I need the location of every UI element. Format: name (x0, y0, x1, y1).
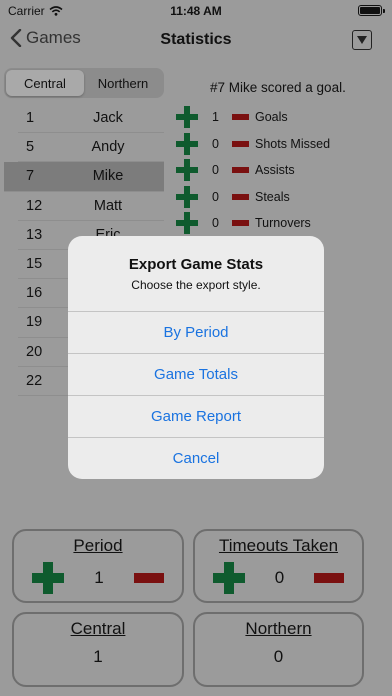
team-score: 0 (273, 647, 284, 666)
by-period-button[interactable]: By Period (68, 311, 324, 353)
export-menu-button[interactable] (352, 30, 372, 50)
alert-title: Export Game Stats (128, 256, 264, 273)
status-bar: Carrier 11:48 AM (0, 0, 392, 22)
clock: 11:48 AM (170, 4, 222, 18)
stat-label: Steals (255, 189, 290, 204)
timeouts-value: 0 (274, 568, 285, 587)
plus-icon[interactable] (176, 212, 198, 235)
segment-northern[interactable]: Northern (84, 70, 162, 96)
team-name: Northern (245, 619, 312, 638)
period-box: Period 1 (12, 529, 184, 603)
plus-icon[interactable] (176, 185, 198, 208)
plus-icon[interactable] (213, 562, 245, 594)
period-value: 1 (94, 568, 104, 587)
stat-row-turnovers: 0 Turnovers (176, 210, 388, 237)
plus-icon[interactable] (176, 159, 198, 182)
stat-value: 0 (212, 189, 219, 204)
stat-label: Shots Missed (255, 136, 331, 151)
minus-icon[interactable] (232, 114, 249, 121)
stat-value: 1 (212, 110, 219, 125)
stat-row-steals: 0 Steals (176, 184, 388, 211)
player-name: Matt (93, 197, 123, 214)
player-number: 19 (26, 314, 43, 331)
game-totals-button[interactable]: Game Totals (68, 353, 324, 395)
plus-icon[interactable] (32, 562, 64, 594)
stat-value: 0 (212, 136, 219, 151)
player-number: 16 (26, 285, 43, 302)
player-number: 13 (26, 226, 43, 243)
player-number: 5 (26, 139, 35, 156)
player-number: 12 (26, 197, 43, 214)
player-name: Andy (91, 139, 125, 156)
team-score: 1 (93, 647, 103, 666)
stat-row-goals: 1 Goals (176, 104, 388, 131)
minus-icon[interactable] (232, 193, 249, 200)
player-name: Mike (92, 168, 124, 185)
page-title: Statistics (160, 31, 232, 48)
period-title: Period (73, 536, 123, 555)
game-report-button[interactable]: Game Report (68, 395, 324, 437)
stat-label: Assists (255, 163, 295, 178)
navigation-bar: Games Statistics (0, 22, 392, 60)
export-alert-dialog: Export Game Stats Choose the export styl… (68, 236, 324, 479)
team-segmented-control: Central Northern (4, 68, 164, 98)
triangle-down-icon (357, 36, 367, 44)
period-controls: 1 (14, 562, 182, 594)
player-number: 1 (26, 110, 35, 127)
minus-icon[interactable] (314, 573, 344, 583)
battery-icon (358, 5, 385, 16)
stat-label: Turnovers (255, 216, 311, 231)
timeouts-controls: 0 (195, 562, 362, 594)
stat-row-assists: 0 Assists (176, 157, 388, 184)
stat-row-shots-missed: 0 Shots Missed (176, 131, 388, 158)
roster-row[interactable]: 1 Jack (18, 104, 164, 134)
roster-row-selected[interactable]: 7 Mike (4, 162, 164, 192)
score-box-central: Central 1 (12, 612, 184, 687)
roster-row[interactable]: 12 Matt (18, 192, 164, 221)
score-box-northern: Northern 0 (193, 612, 364, 687)
player-stats-list: 1 Goals 0 Shots Missed 0 Assists 0 Steal… (176, 104, 388, 237)
segment-central[interactable]: Central (6, 70, 84, 96)
player-number: 20 (26, 343, 43, 360)
minus-icon[interactable] (134, 573, 164, 583)
player-number: 15 (26, 256, 43, 273)
plus-icon[interactable] (176, 132, 198, 155)
player-name: Jack (93, 110, 123, 127)
minus-icon[interactable] (232, 140, 249, 147)
alert-header: Export Game Stats Choose the export styl… (68, 236, 324, 311)
plus-icon[interactable] (176, 106, 198, 129)
minus-icon[interactable] (232, 220, 249, 227)
timeouts-box: Timeouts Taken 0 (193, 529, 364, 603)
cancel-button[interactable]: Cancel (68, 437, 324, 479)
timeouts-title: Timeouts Taken (218, 536, 339, 555)
stat-label: Goals (255, 110, 288, 125)
stat-value: 0 (212, 216, 219, 231)
roster-row[interactable]: 5 Andy (18, 133, 164, 163)
minus-icon[interactable] (232, 167, 249, 174)
stat-value: 0 (212, 163, 219, 178)
player-number: 7 (26, 168, 35, 185)
event-announcement: #7 Mike scored a goal. (210, 80, 346, 95)
team-name: Central (70, 619, 126, 638)
player-number: 22 (26, 372, 43, 389)
alert-message: Choose the export style. (131, 278, 261, 292)
